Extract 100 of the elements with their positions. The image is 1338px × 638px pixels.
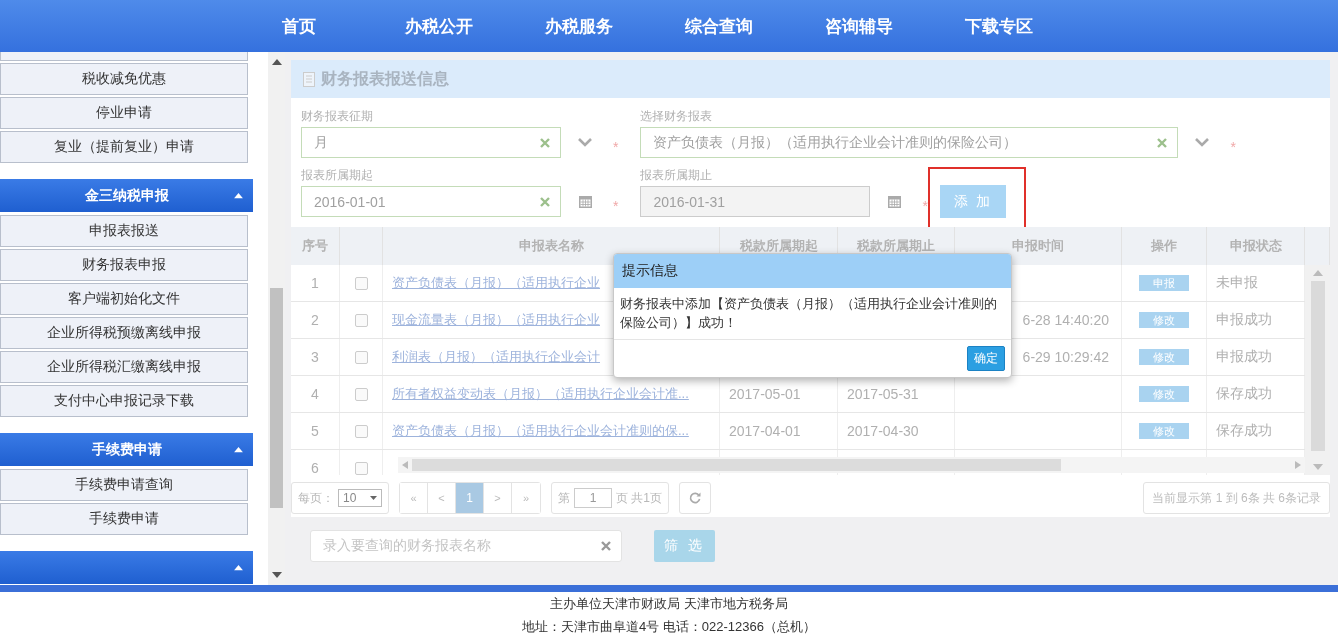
page-button[interactable]: 1 [456, 483, 484, 513]
scroll-up-icon [1312, 269, 1323, 277]
sidebar-item[interactable]: 企业所得税汇缴离线申报 [0, 351, 248, 383]
column-header: 序号 [291, 227, 340, 265]
input-field[interactable]: 月 [301, 127, 561, 158]
sidebar-item[interactable]: 停业申请 [0, 97, 248, 129]
checkbox[interactable] [354, 350, 368, 364]
chevron-down-icon [578, 138, 592, 147]
report-link[interactable]: 资产负债表（月报）（适用执行企业 [392, 274, 600, 292]
table-cell: 5 [311, 423, 319, 439]
page-jump-label: 第 [558, 489, 570, 507]
scroll-left-icon [402, 461, 408, 469]
report-link[interactable]: 资产负债表（月报）（适用执行企业会计准则的保... [392, 422, 689, 440]
action-button[interactable]: 修改 [1139, 386, 1189, 402]
scroll-right-icon [1295, 461, 1301, 469]
sidebar-item[interactable]: 申报表报送 [0, 215, 248, 247]
table-cell: 2017-04-01 [729, 423, 801, 439]
table-cell: 4 [311, 386, 319, 402]
chevron-down-icon [1195, 138, 1210, 147]
nav-link[interactable]: 咨询辅导 [789, 14, 929, 38]
sidebar-section-header[interactable]: 手续费申请 [0, 433, 253, 466]
action-button[interactable]: 申报 [1139, 275, 1189, 291]
checkbox[interactable] [354, 276, 368, 290]
nav-link[interactable]: 综合查询 [649, 14, 789, 38]
scroll-down-icon [271, 571, 282, 579]
nav-link[interactable]: 下载专区 [929, 14, 1069, 38]
sidebar-item[interactable]: 客户端初始化文件 [0, 283, 248, 315]
page-size-select[interactable]: 10 [338, 489, 382, 507]
ok-button[interactable]: 确定 [967, 346, 1005, 371]
scrollbar[interactable] [268, 52, 285, 585]
panel-title: 财务报表报送信息 [321, 68, 449, 89]
page-button[interactable]: « [400, 483, 428, 513]
filter-button[interactable]: 筛 选 [654, 530, 715, 562]
action-button[interactable]: 修改 [1139, 312, 1189, 328]
sidebar-item[interactable]: 手续费申请查询 [0, 469, 248, 501]
input-field: 2016-01-31 [640, 186, 871, 217]
clear-icon[interactable] [540, 137, 550, 148]
sidebar-item[interactable]: 财务报表申报 [0, 249, 248, 281]
refresh-icon [689, 492, 701, 504]
table-cell: 2 [311, 312, 319, 328]
nav-link[interactable]: 办税公开 [369, 14, 509, 38]
checkbox[interactable] [354, 313, 368, 327]
required-mark: * [922, 197, 928, 214]
report-link[interactable]: 利润表（月报）（适用执行企业会计 [392, 348, 600, 366]
scrollbar-thumb[interactable] [270, 288, 283, 508]
checkbox[interactable] [354, 461, 368, 475]
table-cell: 2017-05-01 [729, 386, 801, 402]
sidebar-item[interactable]: 税收减免优惠 [0, 63, 248, 95]
clear-icon[interactable] [540, 196, 550, 207]
required-mark: * [1230, 138, 1236, 155]
checkbox[interactable] [354, 387, 368, 401]
column-header: 申报状态 [1207, 227, 1305, 265]
required-mark: * [613, 197, 619, 214]
action-button[interactable]: 修改 [1139, 349, 1189, 365]
horizontal-scrollbar[interactable] [398, 457, 1305, 473]
dialog-message: 财务报表中添加【资产负债表（月报）（适用执行企业会计准则的保险公司）】成功！ [614, 288, 1011, 340]
report-link[interactable]: 现金流量表（月报）（适用执行企业 [392, 311, 600, 329]
scrollbar[interactable] [1305, 265, 1330, 475]
table-cell: 2017-04-30 [847, 423, 919, 439]
page-size-label: 每页： [298, 489, 334, 507]
record-summary: 当前显示第 1 到 6条 共 6条记录 [1143, 482, 1330, 514]
scroll-up-icon [271, 58, 282, 66]
nav-link[interactable]: 首页 [229, 14, 369, 38]
scroll-down-icon [1312, 463, 1323, 471]
sidebar-item[interactable]: 企业所得税预缴离线申报 [0, 317, 248, 349]
field-label: 选择财务报表 [640, 108, 714, 123]
action-button[interactable]: 修改 [1139, 423, 1189, 439]
field-label: 财务报表征期 [301, 108, 374, 123]
checkbox[interactable] [354, 424, 368, 438]
refresh-button[interactable] [679, 482, 711, 514]
required-mark: * [613, 138, 619, 155]
table-cell: 保存成功 [1216, 422, 1272, 440]
input-field[interactable]: 2016-01-01 [301, 186, 561, 217]
clear-icon[interactable] [1157, 137, 1168, 148]
footer-text: 地址：天津市曲阜道4号 电话：022-12366（总机） [522, 617, 816, 636]
table-cell: 1 [311, 275, 319, 291]
page-total-label: 页 共1页 [616, 489, 662, 507]
clear-icon[interactable] [601, 541, 611, 551]
table-cell: 6 [311, 460, 319, 475]
field-label: 报表所属期起 [301, 167, 374, 182]
field-label: 报表所属期止 [640, 167, 714, 182]
dialog-title: 提示信息 [622, 262, 678, 280]
sidebar-section-header[interactable] [0, 551, 253, 584]
sidebar-item[interactable]: 复业（提前复业）申请 [0, 131, 248, 163]
input-field[interactable]: 资产负债表（月报）（适用执行企业会计准则的保险公司） [640, 127, 1179, 158]
table-cell: 2017-05-31 [847, 386, 919, 402]
table-cell: 6-29 10:29:42 [1022, 349, 1109, 365]
table-cell: 保存成功 [1216, 385, 1272, 403]
sidebar-item[interactable]: 手续费申请 [0, 503, 248, 535]
sidebar-section-header[interactable]: 金三纳税申报 [0, 179, 253, 212]
nav-link[interactable]: 办税服务 [509, 14, 649, 38]
add-button[interactable]: 添 加 [939, 185, 1006, 218]
caret-icon [370, 495, 377, 501]
search-field[interactable]: 录入要查询的财务报表名称 [310, 530, 622, 562]
report-link[interactable]: 所有者权益变动表（月报）（适用执行企业会计准... [392, 385, 689, 403]
table-cell: 3 [311, 349, 319, 365]
document-icon [303, 71, 315, 87]
table-cell: 未申报 [1216, 274, 1258, 292]
page-input[interactable]: 1 [574, 488, 612, 508]
sidebar-item[interactable]: 支付中心申报记录下载 [0, 385, 248, 417]
